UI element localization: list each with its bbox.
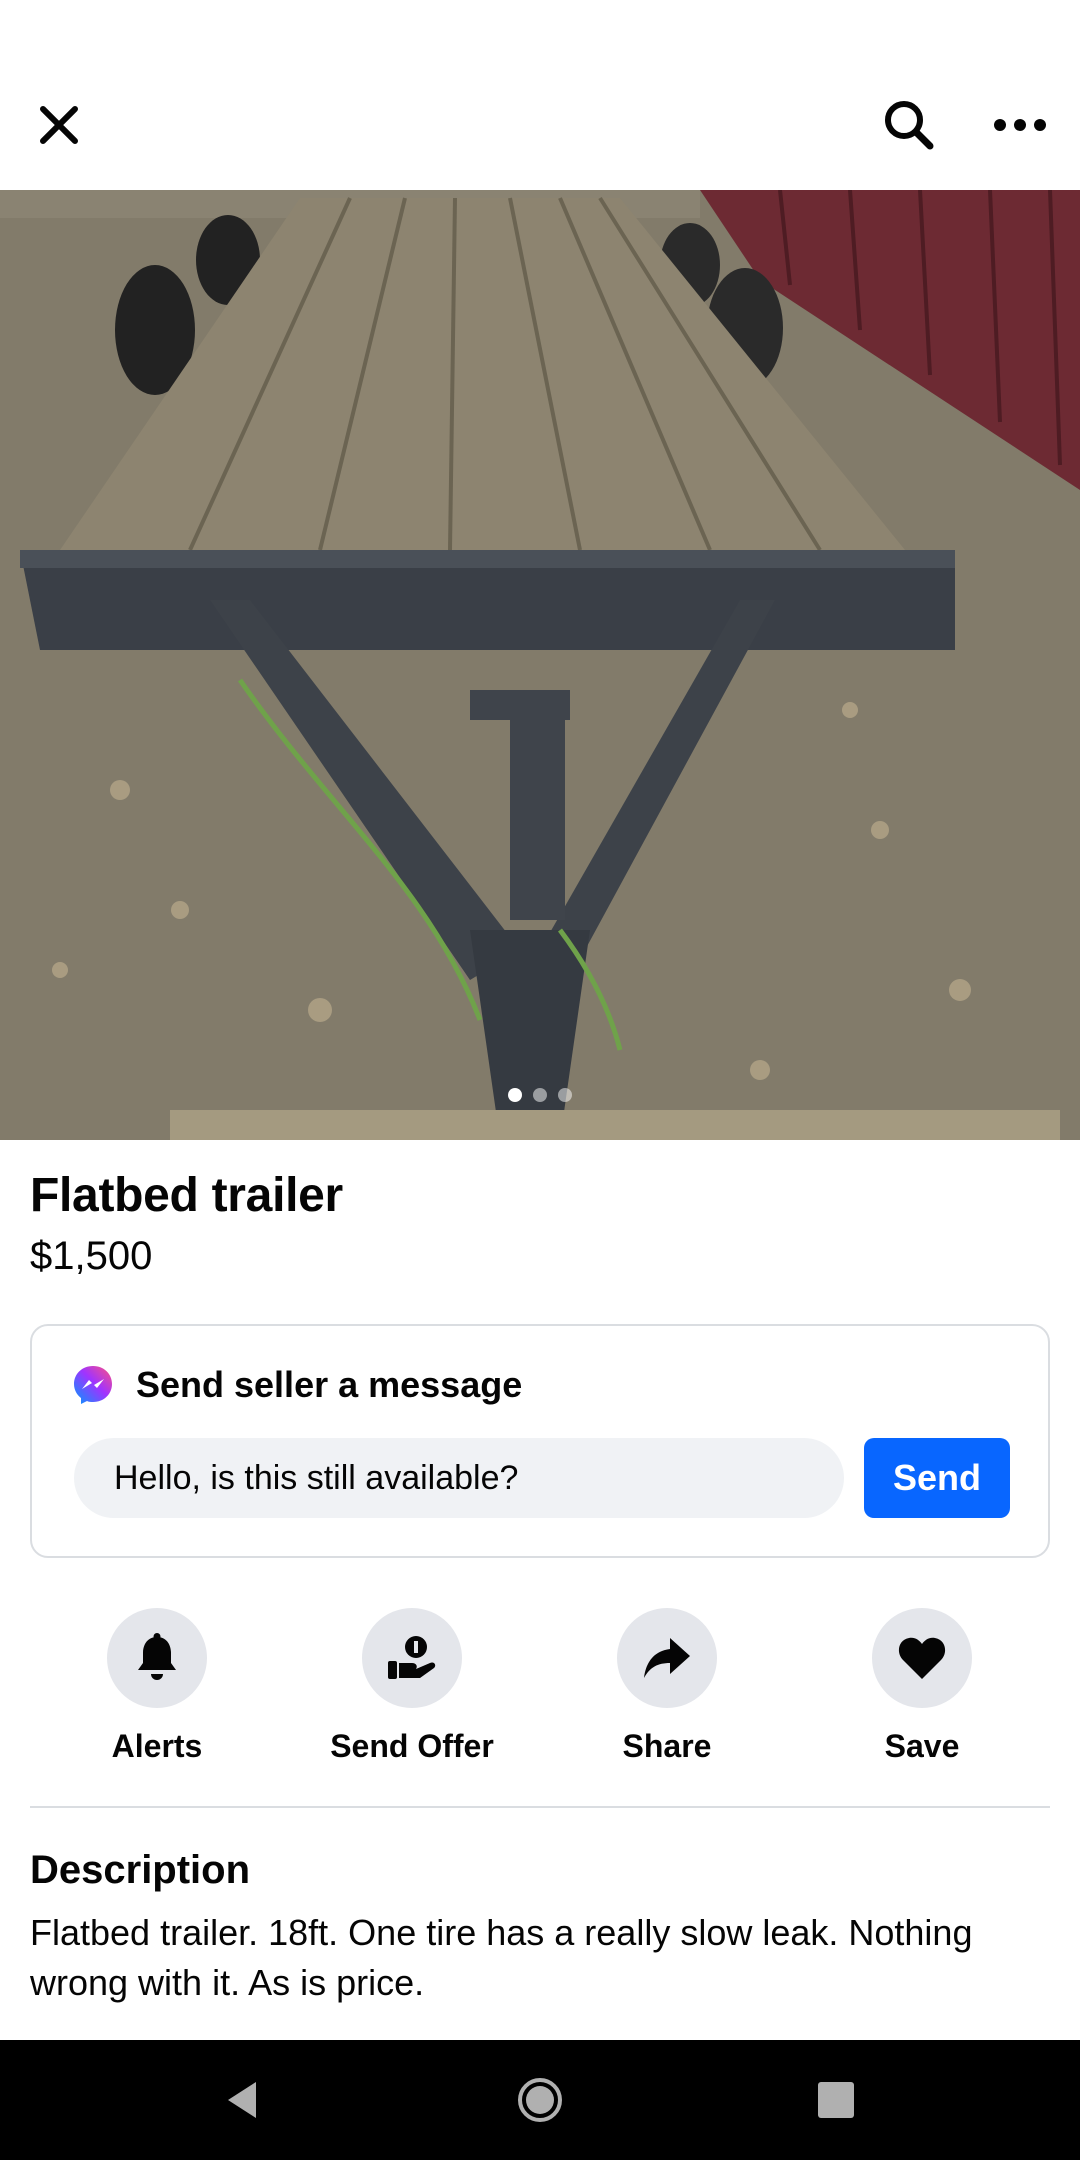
- heart-icon: [898, 1637, 946, 1679]
- search-icon: [885, 101, 934, 150]
- listing-price: $1,500: [30, 1234, 153, 1278]
- back-button[interactable]: [206, 2064, 278, 2136]
- share-arrow-icon: [644, 1638, 690, 1678]
- marketplace-listing-page: Flatbed trailer $1,500 Send seller a mes…: [0, 0, 1080, 2160]
- share-button[interactable]: Share: [547, 1608, 787, 1768]
- pagination-dot[interactable]: [533, 1088, 547, 1102]
- share-icon-circle[interactable]: [617, 1608, 717, 1708]
- trailer-photo-illustration: [0, 190, 1080, 1140]
- action-label: Save: [884, 1728, 960, 1764]
- action-label: Share: [622, 1728, 712, 1764]
- send-button[interactable]: Send: [864, 1438, 1010, 1518]
- save-icon-circle[interactable]: [872, 1608, 972, 1708]
- pagination-dot[interactable]: [558, 1088, 572, 1102]
- message-input[interactable]: Hello, is this still available?: [74, 1438, 844, 1518]
- pagination-dot[interactable]: [508, 1088, 522, 1102]
- description-heading: Description: [30, 1848, 251, 1892]
- more-options-button[interactable]: [985, 90, 1055, 160]
- home-button[interactable]: [504, 2064, 576, 2136]
- more-horizontal-icon: [994, 119, 1046, 131]
- back-triangle-icon: [228, 2082, 256, 2118]
- save-button[interactable]: Save: [802, 1608, 1042, 1768]
- alerts-button[interactable]: Alerts: [37, 1608, 277, 1768]
- message-card-header: Send seller a message: [72, 1364, 522, 1406]
- photo-pagination[interactable]: [0, 1088, 1080, 1102]
- close-icon: [40, 106, 78, 144]
- home-circle-icon: [518, 2078, 562, 2122]
- message-seller-card: Send seller a message Hello, is this sti…: [30, 1324, 1050, 1558]
- send-offer-button[interactable]: Send Offer: [292, 1608, 532, 1768]
- search-button[interactable]: [874, 90, 944, 160]
- recents-button[interactable]: [800, 2064, 872, 2136]
- top-bar: [0, 0, 1080, 190]
- action-label: Alerts: [111, 1728, 203, 1764]
- send-offer-icon-circle[interactable]: [362, 1608, 462, 1708]
- listing-actions: Alerts Send Offer Share Save: [0, 1608, 1080, 1768]
- alerts-icon-circle[interactable]: [107, 1608, 207, 1708]
- recents-square-icon: [818, 2082, 854, 2118]
- listing-title: Flatbed trailer: [30, 1169, 343, 1222]
- message-card-heading: Send seller a message: [136, 1364, 523, 1405]
- action-label: Send Offer: [330, 1728, 494, 1764]
- messenger-icon: [74, 1366, 112, 1404]
- offer-hand-icon: [388, 1636, 436, 1679]
- system-navigation-bar: [0, 2040, 1080, 2160]
- listing-photo[interactable]: [0, 190, 1080, 1140]
- bell-icon: [138, 1633, 176, 1680]
- description-body: Flatbed trailer. 18ft. One tire has a re…: [30, 1912, 973, 2003]
- section-divider: [30, 1806, 1050, 1808]
- close-button[interactable]: [24, 90, 94, 160]
